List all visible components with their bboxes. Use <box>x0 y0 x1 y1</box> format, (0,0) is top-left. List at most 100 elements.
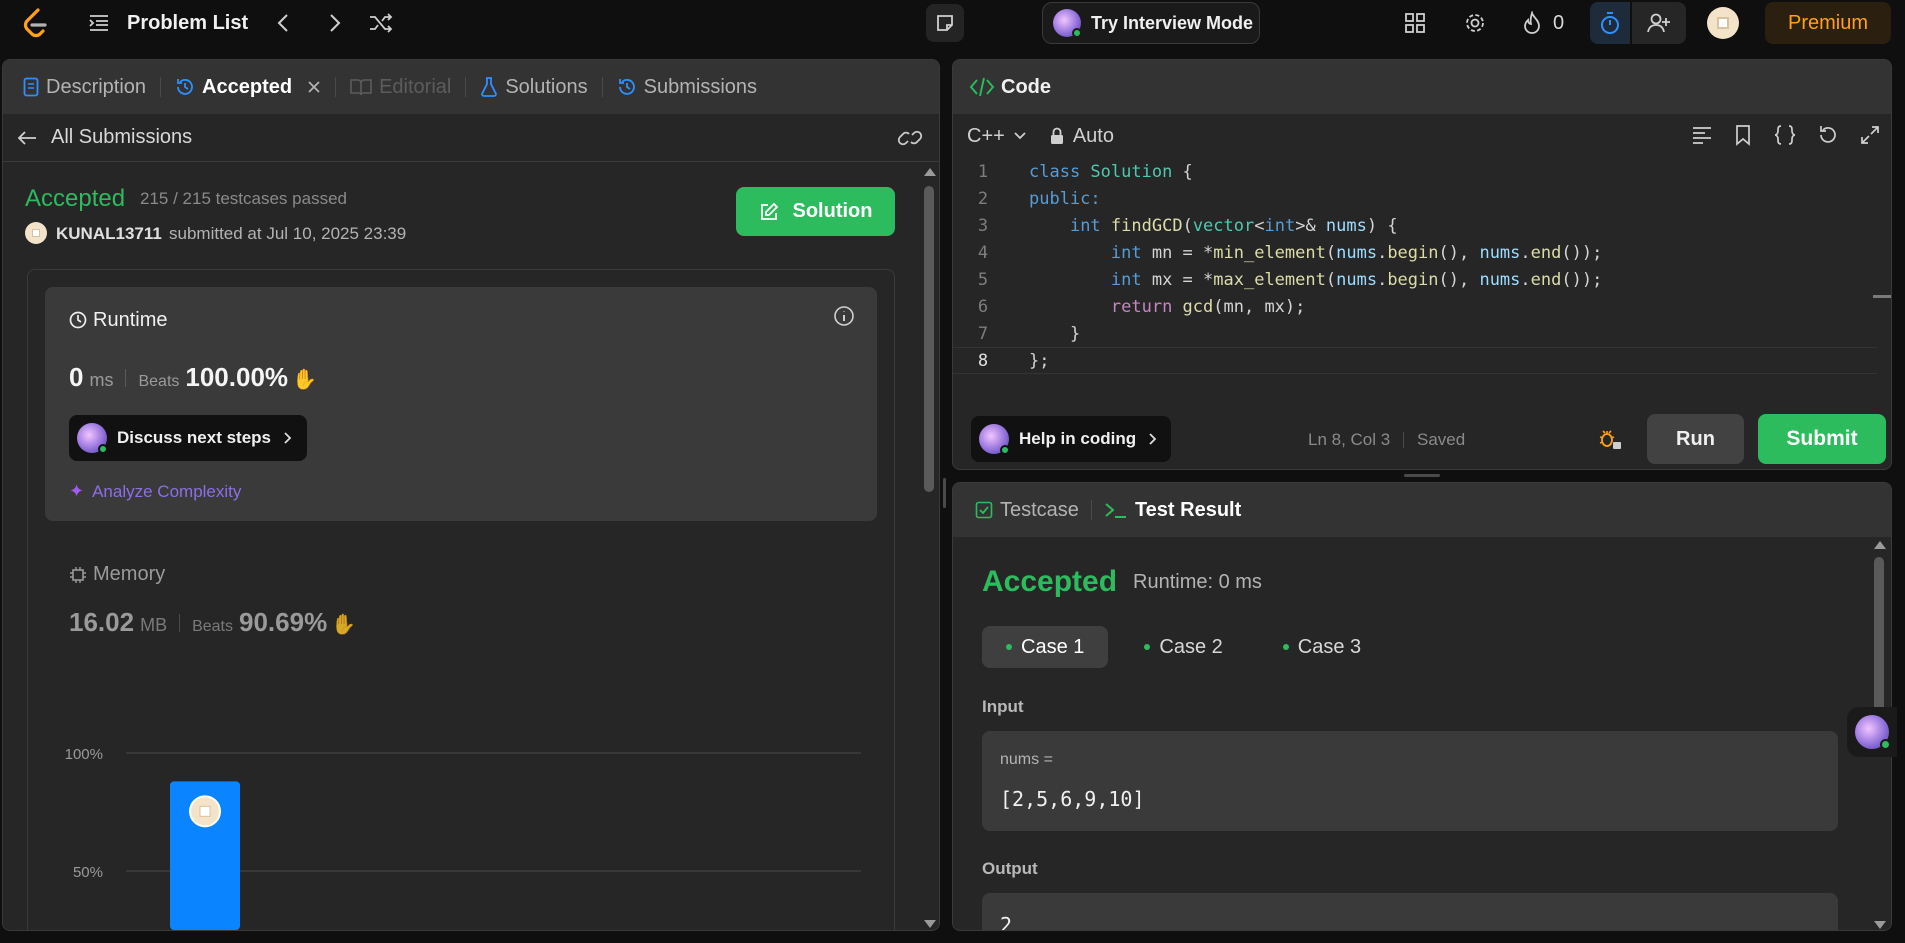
code-text: return gcd(mn, mx); <box>1110 296 1306 317</box>
terminal-icon <box>1105 503 1126 518</box>
scroll-up-arrow-icon[interactable] <box>924 168 936 176</box>
scroll-up-arrow-icon[interactable] <box>1874 541 1886 549</box>
interview-mode-button[interactable]: Try Interview Mode <box>1042 2 1260 44</box>
left-scrollbar[interactable] <box>923 168 936 928</box>
result-status: Accepted <box>982 565 1118 598</box>
line-number: 1 <box>977 161 989 182</box>
vertical-resize-handle[interactable] <box>943 478 946 508</box>
timer-icon[interactable] <box>1590 2 1630 44</box>
chevron-down-icon[interactable] <box>1013 131 1027 141</box>
scroll-down-arrow-icon[interactable] <box>1874 921 1886 929</box>
add-friend-icon[interactable] <box>1632 2 1686 44</box>
avatar-glyph <box>199 805 211 817</box>
floating-assistant-button[interactable] <box>1847 707 1897 757</box>
line-number: 4 <box>977 242 989 263</box>
next-problem-icon[interactable] <box>324 12 346 34</box>
horizontal-resize-handle[interactable] <box>1404 474 1440 477</box>
chart-y-tick-label: 100% <box>65 746 103 763</box>
code-line[interactable]: 5 int mx = *max_element(nums.begin(), nu… <box>953 266 1877 293</box>
problem-list-icon[interactable] <box>88 12 110 34</box>
all-submissions-link[interactable]: All Submissions <box>51 126 192 149</box>
tab-description[interactable]: Description <box>23 76 146 99</box>
editor-toolbar: C++ Auto <box>953 114 1891 158</box>
case-tab-2[interactable]: Case 2 <box>1120 626 1246 668</box>
braces-icon[interactable] <box>1773 124 1797 146</box>
solution-button-label: Solution <box>792 200 873 222</box>
code-editor[interactable]: 1 class Solution {2 public: 3 int findGCD(v… <box>953 158 1877 398</box>
tab-testcase-label: Testcase <box>1000 498 1079 521</box>
scroll-down-arrow-icon[interactable] <box>924 920 936 928</box>
input-box: nums = [2,5,6,9,10] <box>982 731 1838 831</box>
tab-submissions[interactable]: Submissions <box>617 76 757 99</box>
help-in-coding-button[interactable]: Help in coding <box>971 416 1171 462</box>
info-icon[interactable] <box>833 305 855 327</box>
tab-test-result[interactable]: Test Result <box>1104 499 1241 522</box>
code-line[interactable]: 8}; <box>953 347 1877 374</box>
bookmark-icon[interactable] <box>1733 124 1753 146</box>
format-lines-icon[interactable] <box>1691 124 1713 146</box>
scroll-thumb[interactable] <box>924 186 934 492</box>
result-panel: Testcase Test Result Accepted Runtime: 0… <box>952 482 1892 931</box>
streak-fire-icon[interactable] <box>1520 10 1544 36</box>
line-number: 5 <box>977 269 989 290</box>
user-mini-avatar[interactable] <box>25 222 47 244</box>
code-line[interactable]: 1 class Solution { <box>953 158 1877 185</box>
memory-chip-icon <box>70 567 86 583</box>
submitted-at: submitted at Jul 10, 2025 23:39 <box>169 224 407 243</box>
tab-accepted[interactable]: Accepted <box>175 76 321 99</box>
output-value: 2 <box>1000 913 1013 931</box>
code-title: Code <box>1001 75 1051 98</box>
chevron-right-icon <box>284 432 292 444</box>
runtime-value: 0 <box>69 362 84 392</box>
notes-icon[interactable] <box>926 4 964 42</box>
memory-beats-value: 90.69% <box>239 607 328 637</box>
username[interactable]: KUNAL13711 <box>56 224 162 244</box>
settings-gear-icon[interactable] <box>1462 11 1488 35</box>
tab-testcase[interactable]: Testcase <box>975 499 1079 522</box>
chart-y-tick-label: 50% <box>73 864 103 881</box>
left-tab-bar: Description Accepted Editorial Solutions… <box>3 60 939 114</box>
runtime-beats-value: 100.00% <box>185 362 289 392</box>
leetcode-logo-icon[interactable] <box>20 6 50 40</box>
problem-list-link[interactable]: Problem List <box>127 12 248 35</box>
code-line[interactable]: 6 return gcd(mn, mx); <box>953 293 1877 320</box>
prev-problem-icon[interactable] <box>272 12 294 34</box>
shuffle-icon[interactable] <box>368 11 394 35</box>
lock-icon <box>1050 127 1063 144</box>
back-arrow-icon[interactable] <box>17 130 37 146</box>
expand-icon[interactable] <box>1859 124 1881 146</box>
code-line[interactable]: 2 public: <box>953 185 1877 212</box>
debugger-lock-icon[interactable] <box>1597 427 1623 451</box>
tab-divider <box>601 77 603 97</box>
user-avatar[interactable] <box>1707 7 1739 39</box>
all-submissions-bar: All Submissions <box>3 114 939 162</box>
case-tab-1[interactable]: Case 1 <box>982 626 1109 668</box>
status-accepted: Accepted <box>25 185 126 212</box>
language-select[interactable]: C++ <box>967 125 1005 148</box>
layout-icon[interactable] <box>1402 11 1428 35</box>
result-tab-bar: Testcase Test Result <box>953 483 1891 537</box>
share-link-icon[interactable] <box>897 128 923 148</box>
submit-button[interactable]: Submit <box>1758 414 1886 464</box>
ai-avatar-icon <box>979 424 1010 455</box>
reset-icon[interactable] <box>1817 124 1839 146</box>
code-line[interactable]: 3 int findGCD(vector<int>& nums) { <box>953 212 1877 239</box>
case-tab-3[interactable]: Case 3 <box>1259 626 1385 668</box>
auto-label[interactable]: Auto <box>1073 125 1114 148</box>
help-label: Help in coding <box>1019 429 1137 448</box>
code-line[interactable]: 7 } <box>953 320 1877 347</box>
tab-solutions[interactable]: Solutions <box>480 76 588 99</box>
runtime-distribution-chart: 100% 50% <box>65 746 861 930</box>
code-line[interactable]: 4 int mn = *min_element(nums.begin(), nu… <box>953 239 1877 266</box>
discuss-next-steps-button[interactable]: Discuss next steps <box>69 415 307 461</box>
testcases-passed: 215 / 215 testcases passed <box>140 189 347 208</box>
tab-divider <box>465 77 467 97</box>
analyze-complexity-link[interactable]: ✦ Analyze Complexity <box>69 481 241 502</box>
close-tab-icon[interactable] <box>307 80 321 94</box>
run-button[interactable]: Run <box>1647 414 1744 464</box>
solution-button[interactable]: Solution <box>736 187 895 236</box>
premium-button[interactable]: Premium <box>1765 2 1891 44</box>
runtime-card[interactable]: Runtime 0 ms Beats 100.00% ✋ Discuss nex… <box>45 287 877 521</box>
cursor-position: Ln 8, Col 3 <box>1308 430 1391 449</box>
tab-editorial[interactable]: Editorial <box>350 76 451 99</box>
